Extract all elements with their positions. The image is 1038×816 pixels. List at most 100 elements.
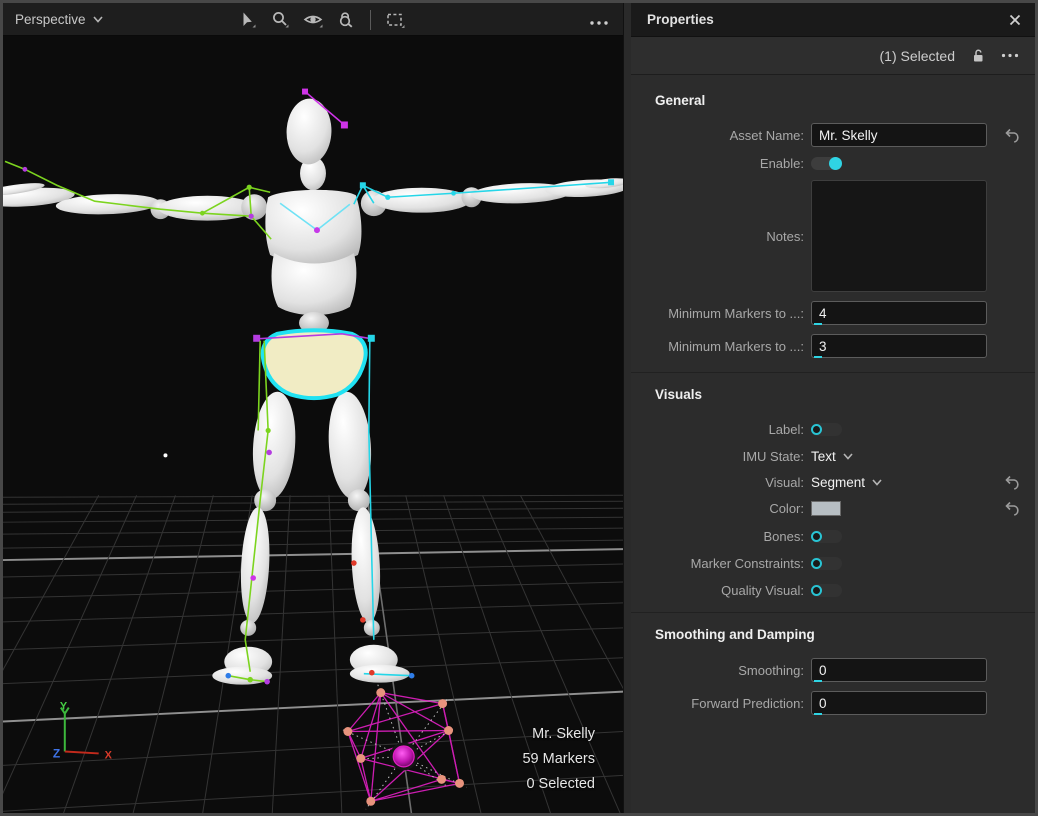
properties-title-bar: Properties xyxy=(631,3,1035,37)
viewport-menu-button[interactable] xyxy=(589,13,609,31)
enable-toggle[interactable] xyxy=(811,157,842,170)
forward-prediction-input[interactable] xyxy=(811,691,987,715)
imu-state-value: Text xyxy=(811,449,836,464)
ellipsis-icon xyxy=(589,20,609,26)
scene-canvas[interactable]: Y X Z Mr. Skelly 59 Markers 0 Selected xyxy=(3,37,623,813)
axis-y-label: Y xyxy=(60,701,68,713)
imu-state-dropdown[interactable]: Text xyxy=(811,449,853,464)
bones-label: Bones: xyxy=(631,529,811,544)
pin-selection-button[interactable] xyxy=(971,48,985,63)
chevron-down-icon xyxy=(843,453,853,460)
min-markers-continue-input[interactable] xyxy=(811,334,987,358)
pelvis-segment-selected[interactable] xyxy=(263,330,366,398)
chevron-down-icon xyxy=(872,479,882,486)
label-row: Label: xyxy=(631,422,1035,437)
skeleton-mannequin[interactable] xyxy=(3,98,623,685)
panel-splitter[interactable] xyxy=(623,3,631,813)
viewport-toolbar: Perspective xyxy=(3,3,623,36)
magnifier-icon xyxy=(270,10,290,30)
eye-icon xyxy=(302,10,324,30)
properties-body: General Asset Name: Enable: xyxy=(631,75,1035,813)
imu-state-row: IMU State: Text xyxy=(631,449,1035,464)
close-icon xyxy=(1009,14,1021,26)
quality-visual-toggle[interactable] xyxy=(811,584,842,597)
cursor-icon xyxy=(237,10,257,30)
section-general: General xyxy=(655,93,1035,108)
color-label: Color: xyxy=(631,501,811,516)
min-markers-boot-label: Minimum Markers to ...: xyxy=(631,306,811,321)
asset-name-label: Asset Name: xyxy=(631,128,811,143)
section-visuals: Visuals xyxy=(655,387,1035,402)
visual-row: Visual: Segment xyxy=(631,475,1035,490)
motive-window: Perspective xyxy=(0,0,1038,816)
stray-marker-dot[interactable] xyxy=(163,453,167,457)
bones-row: Bones: xyxy=(631,529,1035,544)
asset-name-input[interactable] xyxy=(811,123,987,147)
section-divider xyxy=(631,612,1035,613)
lock-magnifier-icon xyxy=(336,10,356,30)
select-tool-button[interactable] xyxy=(235,8,259,32)
quality-visual-row: Quality Visual: xyxy=(631,583,1035,598)
visual-label: Visual: xyxy=(631,475,811,490)
notes-textarea[interactable] xyxy=(811,180,987,292)
viewport-3d[interactable]: Perspective xyxy=(3,3,623,813)
camera-mode-dropdown[interactable]: Perspective xyxy=(15,12,103,27)
notes-label: Notes: xyxy=(631,229,811,244)
label-label: Label: xyxy=(631,422,811,437)
imu-state-label: IMU State: xyxy=(631,449,811,464)
color-row: Color: xyxy=(631,501,1035,516)
revert-icon xyxy=(1004,475,1021,490)
label-toggle[interactable] xyxy=(811,423,842,436)
selection-info-overlay: Mr. Skelly 59 Markers 0 Selected xyxy=(522,722,595,797)
camera-mode-label: Perspective xyxy=(15,12,86,27)
lock-selection-button[interactable] xyxy=(334,8,358,32)
overlay-selection-count: 0 Selected xyxy=(522,772,595,797)
overlay-marker-count: 59 Markers xyxy=(522,747,595,772)
scene-render: Y X Z xyxy=(3,37,623,813)
bones-toggle[interactable] xyxy=(811,530,842,543)
zoom-tool-button[interactable] xyxy=(268,8,292,32)
visual-value: Segment xyxy=(811,475,865,490)
min-markers-boot-input[interactable] xyxy=(811,301,987,325)
min-markers-continue-row: Minimum Markers to ...: xyxy=(631,334,1035,358)
toolbar-divider xyxy=(370,10,371,30)
unlock-icon xyxy=(971,48,985,63)
reset-color-button[interactable] xyxy=(1004,501,1021,516)
smoothing-row: Smoothing: xyxy=(631,658,1035,682)
quality-visual-label: Quality Visual: xyxy=(631,583,811,598)
marker-constraints-row: Marker Constraints: xyxy=(631,556,1035,571)
viewport-tools xyxy=(235,3,407,36)
min-markers-boot-row: Minimum Markers to ...: xyxy=(631,301,1035,325)
asset-name-row: Asset Name: xyxy=(631,123,1035,147)
revert-icon xyxy=(1004,501,1021,516)
section-divider xyxy=(631,372,1035,373)
visibility-tool-button[interactable] xyxy=(301,8,325,32)
smoothing-label: Smoothing: xyxy=(631,663,811,678)
marker-constraints-label: Marker Constraints: xyxy=(631,556,811,571)
properties-title: Properties xyxy=(647,12,714,27)
smoothing-input[interactable] xyxy=(811,658,987,682)
axis-gizmo: Y X Z xyxy=(53,701,113,762)
chevron-down-icon xyxy=(93,16,103,23)
revert-icon xyxy=(1004,128,1021,143)
reset-asset-name-button[interactable] xyxy=(1004,128,1021,143)
selected-count-badge: (1) Selected xyxy=(880,48,955,64)
overlay-asset-name: Mr. Skelly xyxy=(522,722,595,747)
visual-dropdown[interactable]: Segment xyxy=(811,475,882,490)
selection-header: (1) Selected xyxy=(631,37,1035,75)
close-panel-button[interactable] xyxy=(1009,14,1021,26)
enable-row: Enable: xyxy=(631,156,1035,171)
color-swatch[interactable] xyxy=(811,501,841,516)
forward-prediction-label: Forward Prediction: xyxy=(631,696,811,711)
reset-visual-button[interactable] xyxy=(1004,475,1021,490)
panel-menu-button[interactable] xyxy=(1001,53,1019,58)
ellipsis-icon xyxy=(1001,53,1019,58)
section-smoothing: Smoothing and Damping xyxy=(655,627,1035,642)
axis-z-label: Z xyxy=(53,746,60,760)
enable-label: Enable: xyxy=(631,156,811,171)
marquee-icon xyxy=(384,10,406,30)
marker-constraints-toggle[interactable] xyxy=(811,557,842,570)
marquee-select-button[interactable] xyxy=(383,8,407,32)
min-markers-continue-label: Minimum Markers to ...: xyxy=(631,339,811,354)
notes-row: Notes: xyxy=(631,180,1035,292)
